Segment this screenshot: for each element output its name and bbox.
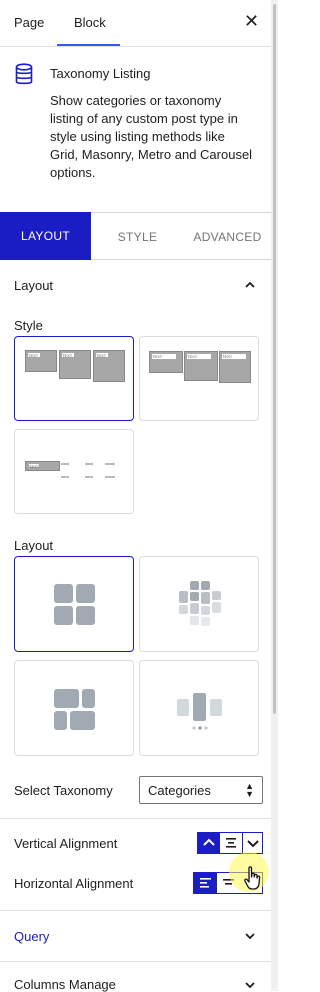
- thumb-label: TEXT: [222, 354, 246, 359]
- style-thumb-box: TEXT: [149, 351, 183, 373]
- scrollbar[interactable]: [271, 0, 278, 991]
- select-updown-icon: ▲ ▼: [245, 781, 254, 799]
- database-icon: [15, 63, 33, 85]
- thumb-label: TEXT: [152, 354, 176, 359]
- layout-panel-title[interactable]: Layout: [14, 278, 53, 293]
- style-thumb-box: TEXT: [93, 350, 125, 382]
- chevron-up-icon[interactable]: [243, 278, 257, 292]
- style-thumb-box: TEXT: [25, 350, 57, 372]
- scrollbar-thumb[interactable]: [273, 4, 276, 714]
- hand-cursor-icon: [244, 866, 261, 890]
- grid-layout-icon: [54, 584, 95, 625]
- align-left-button[interactable]: [194, 873, 217, 893]
- layout-grid-option[interactable]: [14, 556, 134, 652]
- taxonomy-select-value: Categories: [148, 783, 211, 798]
- chevron-up-icon: [203, 838, 215, 846]
- settings-tabs: LAYOUT STYLE ADVANCED: [0, 212, 271, 260]
- align-center-icon: [226, 838, 236, 848]
- query-panel-title[interactable]: Query: [14, 929, 49, 944]
- divider: [0, 910, 271, 911]
- tab-page[interactable]: Page: [14, 0, 44, 46]
- divider: [0, 818, 271, 819]
- layout-masonry-option[interactable]: [139, 556, 259, 652]
- vertical-alignment-group: [197, 832, 263, 854]
- select-taxonomy-label: Select Taxonomy: [14, 783, 113, 798]
- block-description: Show categories or taxonomy listing of a…: [50, 93, 253, 180]
- style-label: Style: [14, 318, 43, 333]
- taxonomy-select[interactable]: Categories ▲ ▼: [139, 776, 263, 804]
- block-title: Taxonomy Listing: [50, 66, 151, 81]
- layout-carousel-option[interactable]: [139, 660, 259, 756]
- vertical-alignment-label: Vertical Alignment: [14, 836, 118, 851]
- align-left-icon: [200, 878, 211, 888]
- align-middle-button[interactable]: [220, 833, 242, 853]
- header-divider: [0, 46, 271, 47]
- tab-block[interactable]: Block: [74, 0, 106, 46]
- style-option-3[interactable]: TEXT: [14, 429, 134, 514]
- close-icon[interactable]: ✕: [244, 11, 259, 32]
- chevron-down-icon: [247, 840, 259, 848]
- layout-metro-option[interactable]: [14, 660, 134, 756]
- tab-layout[interactable]: LAYOUT: [0, 212, 91, 260]
- thumb-label: TEXT: [96, 353, 108, 358]
- horizontal-alignment-label: Horizontal Alignment: [14, 876, 134, 891]
- layout-label: Layout: [14, 538, 54, 553]
- thumb-label: TEXT: [28, 353, 40, 358]
- style-thumb-box: TEXT: [25, 461, 60, 471]
- masonry-layout-icon: [179, 581, 221, 626]
- style-thumb-box: TEXT: [184, 351, 218, 381]
- columns-manage-panel-title[interactable]: Columns Manage: [14, 977, 116, 992]
- thumb-label: TEXT: [187, 354, 211, 359]
- metro-layout-icon: [54, 689, 95, 730]
- style-option-2[interactable]: TEXT TEXT TEXT: [139, 336, 259, 421]
- thumb-label: TEXT: [62, 353, 74, 358]
- tab-style[interactable]: STYLE: [91, 212, 185, 260]
- style-thumb-box: TEXT: [59, 350, 91, 379]
- style-thumb-box: TEXT: [219, 351, 251, 383]
- carousel-layout-icon: [177, 693, 222, 730]
- align-bottom-button[interactable]: [242, 833, 264, 853]
- chevron-down-icon[interactable]: [243, 929, 257, 943]
- style-thumb-lines: [61, 463, 115, 478]
- style-option-1[interactable]: TEXT TEXT TEXT: [14, 336, 134, 421]
- align-top-button[interactable]: [198, 833, 220, 853]
- chevron-down-icon[interactable]: [243, 978, 257, 992]
- divider: [0, 961, 271, 962]
- tab-advanced[interactable]: ADVANCED: [184, 212, 271, 260]
- thumb-label: TEXT: [29, 464, 40, 469]
